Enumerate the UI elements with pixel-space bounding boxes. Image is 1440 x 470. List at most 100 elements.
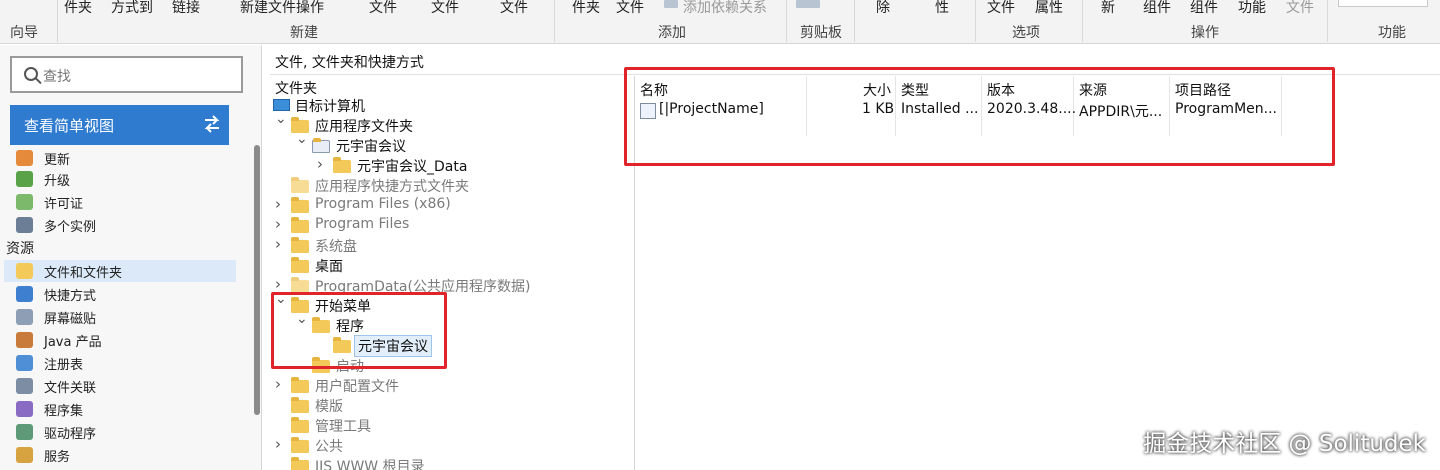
ribbon-divider (1082, 0, 1083, 42)
expand-arrow-icon[interactable]: › (275, 215, 287, 233)
sidebar-item-registry[interactable]: 注册表 (0, 352, 250, 374)
paste-icon (796, 0, 820, 8)
collapse-arrow-icon[interactable]: ⌄ (275, 111, 287, 127)
tree-node-label: 模版 (315, 399, 343, 415)
expand-arrow-icon[interactable]: › (275, 375, 287, 393)
folder-icon (291, 237, 309, 253)
folder-icon (291, 377, 309, 393)
tree-node-label: 桌面 (315, 259, 343, 275)
multiple-instances-icon (16, 217, 33, 233)
tree-node-label: 系统盘 (315, 239, 357, 255)
ribbon-btn-add-folder[interactable]: 件夹 (572, 0, 600, 17)
group-options: 选项 (1012, 25, 1040, 41)
shortcut-icon (16, 286, 33, 302)
ribbon-btn-add-dependency[interactable]: 添加依赖关系 (683, 0, 767, 17)
ribbon-btn-delete[interactable]: 除 (876, 0, 890, 17)
sidebar-scrollbar[interactable] (254, 145, 260, 415)
expand-arrow-icon[interactable]: › (317, 155, 329, 173)
computer-icon (273, 99, 290, 111)
sidebar-item-label: 服务 (44, 450, 71, 465)
group-new: 新建 (290, 25, 318, 41)
assembly-icon (16, 401, 33, 417)
sidebar-item-file-association[interactable]: 文件关联 (0, 375, 250, 397)
expand-arrow-icon[interactable]: › (275, 235, 287, 253)
upgrade-icon (16, 171, 33, 187)
folder-icon (291, 417, 309, 433)
sidebar-item-shortcuts[interactable]: 快捷方式 (0, 283, 250, 305)
collapse-arrow-icon[interactable]: ⌄ (296, 131, 308, 147)
expand-arrow-icon[interactable]: › (275, 435, 287, 453)
sidebar-item-services[interactable]: 服务 (0, 444, 250, 466)
ribbon-divider (1327, 0, 1328, 42)
annotation-box-start-menu (271, 292, 447, 369)
app-folder-icon (312, 138, 330, 153)
group-add: 添加 (658, 25, 686, 41)
ribbon-btn-feature[interactable]: 功能 (1238, 0, 1266, 17)
sidebar-item-drivers[interactable]: 驱动程序 (0, 421, 250, 443)
tree-node-label: 用户配置文件 (315, 379, 399, 395)
ribbon-divider (786, 0, 787, 42)
ribbon-btn-file-option[interactable]: 文件 (987, 0, 1015, 17)
ribbon-btn-folder[interactable]: 件夹 (64, 0, 92, 17)
dependency-icon (664, 0, 678, 8)
sidebar-item-files-folders[interactable]: 文件和文件夹 (4, 260, 236, 282)
update-icon (16, 150, 33, 166)
expand-arrow-icon[interactable]: › (275, 275, 287, 293)
section-resources: 资源 (6, 241, 34, 257)
tree-node-label: IIS WWW 根目录 (315, 459, 425, 470)
search-box[interactable]: 查找 (10, 56, 243, 93)
search-input[interactable]: 查找 (43, 66, 71, 86)
navigation-pane: 查找 查看简单视图 更新 升级 许可证 多个实例 资源 文件和文件夹 快捷方式 … (0, 45, 262, 470)
ribbon-divider (554, 0, 555, 42)
tree-node-label: 元宇宙会议_Data (357, 159, 468, 175)
tiles-icon (16, 309, 33, 325)
ribbon-btn-file-feature[interactable]: 文件 (1286, 0, 1314, 17)
simple-view-button[interactable]: 查看简单视图 (10, 105, 229, 145)
sidebar-item-label: 升级 (44, 174, 71, 189)
sidebar-item-label: 文件关联 (44, 381, 97, 396)
ribbon-btn-file-1[interactable]: 文件 (369, 0, 397, 17)
ribbon-btn-shortcut-to[interactable]: 方式到 (111, 0, 153, 17)
ribbon-btn-file-2[interactable]: 文件 (431, 0, 459, 17)
ribbon-btn-new-file-operation[interactable]: 新建文件操作 (240, 0, 324, 17)
tree-node-label: 应用程序快捷方式文件夹 (315, 179, 469, 195)
ribbon-btn-new[interactable]: 新 (1101, 0, 1115, 17)
watermark: 掘金技术社区 @ Solitudek (1143, 431, 1426, 457)
folder-icon (291, 437, 309, 453)
registry-icon (16, 355, 33, 371)
tree-node-label: 应用程序文件夹 (315, 119, 413, 135)
ribbon-btn-add-file[interactable]: 文件 (616, 0, 644, 17)
file-association-icon (16, 378, 33, 394)
ribbon-btn-file-3[interactable]: 文件 (500, 0, 528, 17)
sidebar-item-update[interactable]: 更新 (0, 147, 250, 169)
ribbon-btn-properties-1[interactable]: 性 (935, 0, 949, 17)
group-features: 功能 (1378, 25, 1406, 41)
ribbon-btn-link[interactable]: 链接 (172, 0, 200, 17)
sidebar-item-upgrade[interactable]: 升级 (0, 168, 250, 190)
sidebar-item-tiles[interactable]: 屏幕磁贴 (0, 306, 250, 328)
ribbon-gallery[interactable] (1338, 0, 1428, 7)
sidebar-item-java[interactable]: Java 产品 (0, 329, 250, 351)
ribbon-btn-component-1[interactable]: 组件 (1143, 0, 1171, 17)
search-icon (24, 67, 38, 81)
sidebar-item-license[interactable]: 许可证 (0, 191, 250, 213)
group-clipboard: 剪贴板 (800, 25, 842, 41)
services-icon (16, 447, 33, 463)
simple-view-label: 查看简单视图 (24, 117, 115, 135)
ribbon-btn-component-2[interactable]: 组件 (1190, 0, 1218, 17)
ribbon-divider (854, 0, 855, 42)
ribbon: 件夹 方式到 链接 新建文件操作 文件 文件 文件 件夹 文件 添加依赖关系 除… (0, 0, 1440, 44)
sidebar-item-multiple-instances[interactable]: 多个实例 (0, 214, 250, 236)
switch-view-icon (204, 115, 220, 133)
sidebar-item-label: 屏幕磁贴 (44, 312, 97, 327)
expand-arrow-icon[interactable]: › (275, 195, 287, 213)
page-title: 文件, 文件夹和快捷方式 (275, 55, 424, 71)
tree-node-label: 元宇宙会议 (336, 139, 406, 155)
ribbon-btn-properties-2[interactable]: 属性 (1035, 0, 1063, 17)
sidebar-item-label: 驱动程序 (44, 427, 97, 442)
driver-icon (16, 424, 33, 440)
folder-icon (291, 257, 309, 273)
sidebar-item-assembly[interactable]: 程序集 (0, 398, 250, 420)
